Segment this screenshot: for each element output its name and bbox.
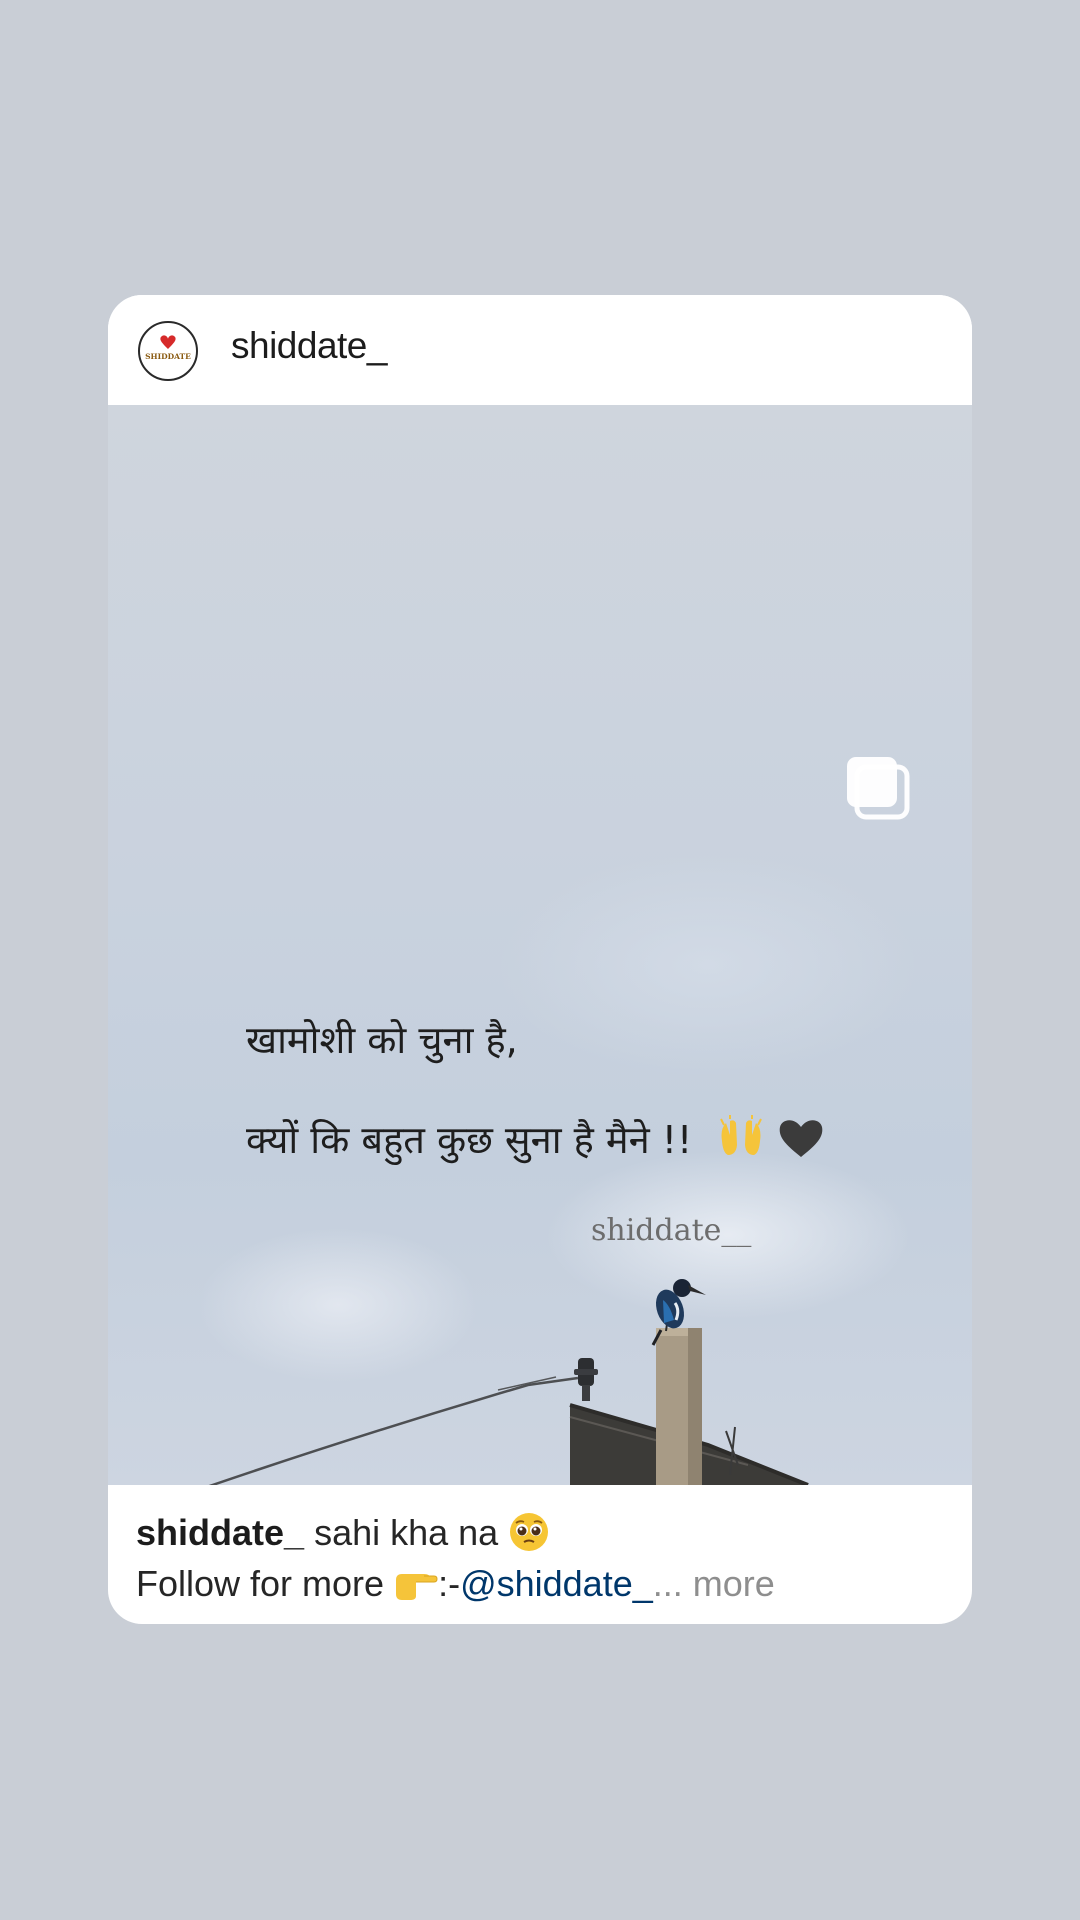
avatar-logo-icon: SHIDDATE <box>145 335 191 361</box>
caption-text: sahi kha na <box>314 1512 499 1553</box>
black-heart-emoji <box>780 1120 823 1157</box>
caption-follow-text: Follow for more <box>136 1563 385 1604</box>
bird-on-pole-scene <box>208 1279 809 1485</box>
post-caption: shiddate_ sahi kha na Follow for more :-… <box>136 1507 956 1609</box>
post-username[interactable]: shiddate_ <box>231 325 387 367</box>
post-card: SHIDDATE shiddate_ खामोशी को चुना है, क्… <box>108 295 972 1624</box>
pointing-right-emoji <box>396 1574 438 1600</box>
caption-more-button[interactable]: more <box>693 1563 775 1604</box>
caption-line-1: shiddate_ sahi kha na <box>136 1507 956 1558</box>
caption-separator: :- <box>438 1563 461 1604</box>
quote-line-1: खामोशी को चुना है, <box>246 1018 518 1062</box>
post-media[interactable]: खामोशी को चुना है, क्यों कि बहुत कुछ सुन… <box>108 405 972 1485</box>
caption-mention-link[interactable]: @shiddate_ <box>460 1563 653 1604</box>
pleading-face-emoji <box>510 1513 549 1551</box>
caption-author[interactable]: shiddate_ <box>136 1512 304 1553</box>
caption-line-2: Follow for more :-@shiddate_... more <box>136 1558 956 1609</box>
raising-hands-emoji <box>720 1115 763 1155</box>
multiple-images-icon <box>847 757 910 820</box>
avatar[interactable]: SHIDDATE <box>138 321 198 381</box>
post-header: SHIDDATE shiddate_ <box>108 295 972 405</box>
post-watermark: shiddate__ <box>591 1213 752 1248</box>
quote-line-2-text: क्यों कि बहुत कुछ सुना है मैने !! <box>246 1118 693 1162</box>
caption-ellipsis: ... <box>652 1563 683 1604</box>
quote-line-2: क्यों कि बहुत कुछ सुना है मैने !! <box>246 1113 826 1165</box>
svg-text:SHIDDATE: SHIDDATE <box>145 352 191 361</box>
